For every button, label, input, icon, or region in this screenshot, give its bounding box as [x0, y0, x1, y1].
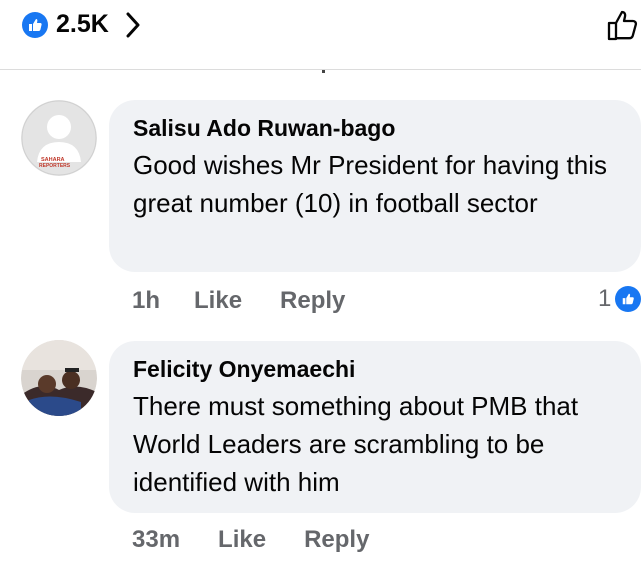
comment-text: There must something about PMB that Worl…: [133, 391, 579, 497]
chevron-right-icon[interactable]: [125, 11, 141, 39]
like-link[interactable]: Like: [194, 287, 242, 315]
avatar-logo-text-2: REPORTERS: [39, 163, 71, 169]
comment-text: Good wishes Mr President for having this…: [133, 150, 607, 218]
comment-bubble: Felicity Onyemaechi There must something…: [109, 341, 641, 513]
header-divider: [0, 69, 641, 70]
comment-author[interactable]: Felicity Onyemaechi: [133, 355, 621, 383]
scroll-indicator: [322, 70, 325, 73]
comment-author[interactable]: Salisu Ado Ruwan-bago: [133, 114, 621, 142]
like-reaction-icon: [615, 286, 641, 312]
comment-time[interactable]: 1h: [132, 287, 160, 315]
post-reactions-header: 2.5K: [0, 0, 641, 66]
avatar[interactable]: SAHARA REPORTERS: [21, 100, 97, 176]
reply-link[interactable]: Reply: [304, 526, 369, 554]
comment-actions: 1h Like Reply: [132, 287, 345, 315]
comment-reactions[interactable]: 1: [598, 285, 641, 313]
comment-time[interactable]: 33m: [132, 526, 180, 554]
reactions-summary[interactable]: 2.5K: [22, 10, 141, 39]
like-reaction-icon: [22, 11, 48, 38]
reply-link[interactable]: Reply: [280, 287, 345, 315]
like-button-icon[interactable]: [606, 8, 640, 47]
like-link[interactable]: Like: [218, 526, 266, 554]
reaction-count: 2.5K: [56, 10, 109, 38]
avatar[interactable]: [21, 340, 97, 416]
comment-bubble: Salisu Ado Ruwan-bago Good wishes Mr Pre…: [109, 100, 641, 272]
comment-actions: 33m Like Reply: [132, 526, 369, 554]
comment-reaction-count: 1: [598, 285, 612, 312]
